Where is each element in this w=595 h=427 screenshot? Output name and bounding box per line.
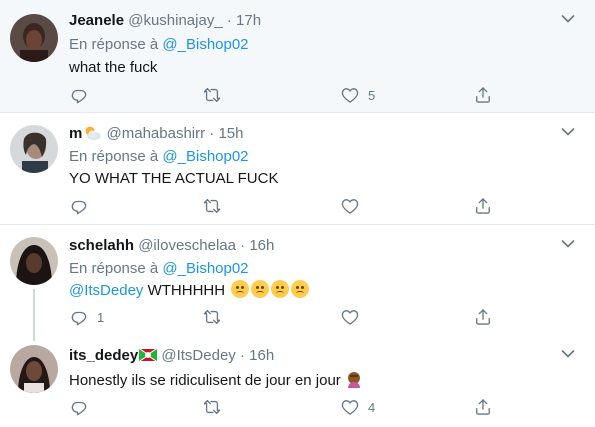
like-count: 4 [368,399,376,415]
tweet-header: its_dedey @ItsDedey · 16h [69,347,274,365]
reply-prefix: En réponse à [69,148,159,165]
share-button[interactable] [473,194,493,218]
timestamp[interactable]: 16h [249,347,274,364]
reply-mention[interactable]: @_Bishop02 [162,260,248,277]
pleading-face-emoji [251,280,270,298]
tweet-text: YO WHAT THE ACTUAL FUCK [69,170,279,187]
reply-mention[interactable]: @_Bishop02 [162,36,248,53]
reply-prefix: En réponse à [69,260,159,277]
reply-icon [69,307,89,327]
burundi-flag-emoji [139,349,158,361]
reply-button[interactable] [69,83,97,107]
reply-button[interactable]: 1 [69,305,104,329]
chevron-down-icon[interactable] [561,349,575,359]
avatar[interactable] [10,345,58,393]
tweet-header: m @mahabashirr · 15h [69,125,244,143]
heart-icon [340,397,360,417]
reply-context: En réponse à @_Bishop02 [69,260,249,278]
pleading-face-emoji [231,280,250,298]
share-button[interactable] [473,305,493,329]
separator: · [226,12,232,29]
facepalm-emoji [347,372,360,388]
like-button[interactable] [340,305,368,329]
display-name[interactable]: m [69,125,82,142]
retweet-button[interactable] [202,194,230,218]
reply-icon [69,397,89,417]
tweet-header: Jeanele @kushinajay_ · 17h [69,12,261,30]
share-icon [473,85,493,105]
tweet-text-body: Honestly ils se ridiculisent de jour en … [69,372,341,389]
username[interactable]: @ItsDedey [161,347,235,364]
reply-button[interactable] [69,194,97,218]
chevron-down-icon[interactable] [561,14,575,24]
username[interactable]: @kushinajay_ [128,12,222,29]
inline-mention[interactable]: @ItsDedey [69,282,143,299]
reply-context: En réponse à @_Bishop02 [69,36,249,54]
retweet-icon [202,307,222,327]
retweet-button[interactable] [202,305,230,329]
separator: · [209,125,215,142]
tweet[interactable]: its_dedey @ItsDedey · 16h Honestly ils s… [0,337,595,427]
avatar[interactable] [10,237,58,285]
tweet-text: what the fuck [69,59,158,76]
like-button[interactable]: 4 [340,395,375,419]
tweet-actions [0,194,595,218]
username[interactable]: @iloveschelaa [138,237,236,254]
separator: · [239,347,245,364]
tweet-text: Honestly ils se ridiculisent de jour en … [69,370,363,390]
tweet-actions: 5 [0,83,595,107]
like-count: 5 [368,87,376,103]
display-name[interactable]: Jeanele [69,12,124,29]
reply-icon [69,196,89,216]
reply-prefix: En réponse à [69,36,159,53]
tweet-text: @ItsDedey WTHHHHH [69,280,310,300]
like-button[interactable]: 5 [340,83,375,107]
tweet[interactable]: Jeanele @kushinajay_ · 17h En réponse à … [0,0,595,113]
username[interactable]: @mahabashirr [107,125,206,142]
display-name[interactable]: its_dedey [69,347,138,364]
retweet-icon [202,85,222,105]
share-icon [473,196,493,216]
tweet-actions: 1 [0,305,595,329]
share-icon [473,307,493,327]
reply-icon [69,85,89,105]
heart-icon [340,307,360,327]
chevron-down-icon[interactable] [561,127,575,137]
heart-icon [340,196,360,216]
tweet[interactable]: m @mahabashirr · 15h En réponse à @_Bish… [0,113,595,225]
pleading-face-emoji [271,280,290,298]
timestamp[interactable]: 17h [236,12,261,29]
reply-context: En réponse à @_Bishop02 [69,148,249,166]
pleading-face-emoji [291,280,310,298]
tweet-header: schelahh @iloveschelaa · 16h [69,237,274,255]
tweet[interactable]: schelahh @iloveschelaa · 16h En réponse … [0,225,595,341]
share-icon [473,397,493,417]
tweet-actions: 4 [0,395,595,419]
sun-behind-cloud-emoji [85,126,102,140]
display-name[interactable]: schelahh [69,237,134,254]
like-button[interactable] [340,194,368,218]
avatar[interactable] [10,14,58,62]
retweet-button[interactable] [202,395,230,419]
share-button[interactable] [473,83,493,107]
chevron-down-icon[interactable] [561,239,575,249]
timestamp[interactable]: 16h [249,237,274,254]
reply-button[interactable] [69,395,97,419]
separator: · [240,237,246,254]
reply-count: 1 [97,309,105,325]
retweet-icon [202,196,222,216]
retweet-button[interactable] [202,83,230,107]
tweet-text-body: WTHHHHH [147,282,226,299]
retweet-icon [202,397,222,417]
avatar[interactable] [10,125,58,173]
timestamp[interactable]: 15h [218,125,243,142]
heart-icon [340,85,360,105]
share-button[interactable] [473,395,493,419]
reply-mention[interactable]: @_Bishop02 [162,148,248,165]
